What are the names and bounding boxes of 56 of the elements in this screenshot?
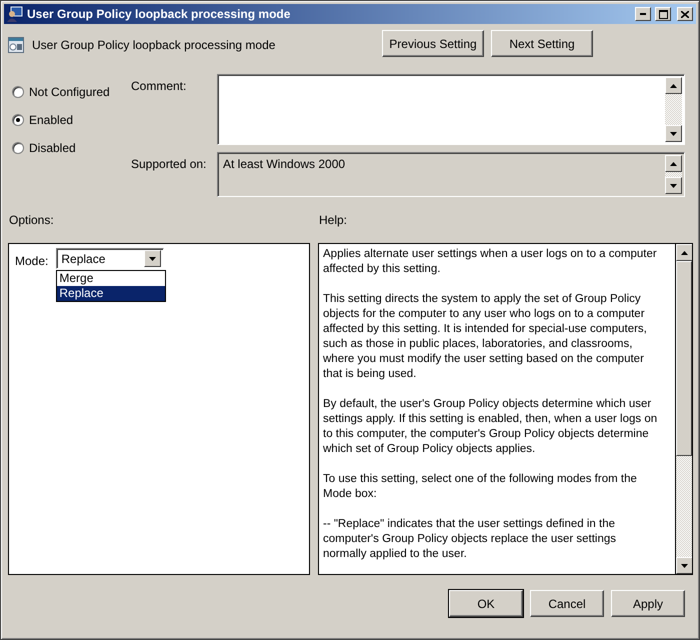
maximize-button[interactable] [655,7,671,21]
close-icon [681,10,689,18]
mode-dropdown[interactable]: Replace [56,248,164,269]
down-arrow-icon [681,564,688,568]
close-button[interactable] [677,7,693,21]
help-paragraph: This setting directs the system to apply the set of Group Policy objects for the computer to any user who logs on to a computer affected by this setting. It is intended for special-use computers, such as those in public places, laboratories, and classrooms, where you must modify the user setting based on the computer that is being used. [323,292,648,382]
up-arrow-icon [670,162,677,166]
help-paragraph: To use this setting, select one of the following modes from the Mode box: [323,472,638,502]
supported-on-value: At least Windows 2000 [222,156,346,173]
help-paragraph: -- "Replace" indicates that the user settings defined in the computer's Group Policy objects replace the user settings normally applied to the user. [323,517,618,562]
scrollbar[interactable] [665,77,682,142]
supported-on-label: Supported on: [131,156,208,171]
radio-option[interactable]: Disabled [12,140,131,156]
policy-title: User Group Policy loopback processing mode [32,38,276,52]
comment-label: Comment: [131,78,188,93]
previous-setting-button[interactable]: Previous Setting [382,30,484,57]
scroll-up-button[interactable] [676,244,692,261]
radio-button[interactable] [12,86,24,98]
radio-option[interactable]: Enabled [12,112,131,128]
minimize-icon [640,13,646,15]
ok-button[interactable]: OK [449,590,523,617]
maximize-icon [658,10,668,18]
mode-label: Mode: [15,253,48,268]
app-icon [7,6,23,22]
radio-option[interactable]: Not Configured [12,84,131,100]
scrollbar[interactable] [675,244,692,574]
scroll-up-button[interactable] [665,155,682,172]
radio-button[interactable] [12,142,24,154]
radio-label: Enabled [29,113,74,127]
down-arrow-icon [670,184,677,188]
next-setting-button[interactable]: Next Setting [491,30,593,57]
radio-label: Disabled [29,141,76,155]
scroll-down-button[interactable] [676,557,692,574]
cancel-button[interactable]: Cancel [530,590,604,617]
comment-field[interactable] [217,74,685,145]
scroll-down-button[interactable] [665,177,682,194]
minimize-button[interactable] [635,7,651,21]
window-title: User Group Policy loopback processing mode [27,7,292,21]
options-label: Options: [8,213,55,229]
scroll-thumb[interactable] [676,261,692,456]
help-paragraph: By default, the user's Group Policy objects determine which user settings apply. If this setting is enabled, then, when a user logs on to this computer, the computer's Group Policy objects determine which set of Group Policy objects applies. [323,397,658,457]
dropdown-button[interactable] [144,250,162,267]
scrollbar[interactable] [665,155,682,194]
help-paragraph: Applies alternate user settings when a user logs on to a computer affected by this setting. [323,247,658,277]
down-arrow-icon [149,256,156,260]
radio-button[interactable] [12,114,24,126]
dropdown-option[interactable]: Replace [57,286,166,301]
help-label: Help: [318,213,348,229]
up-arrow-icon [670,84,677,88]
policy-icon [8,37,24,53]
down-arrow-icon [670,132,677,136]
scroll-up-button[interactable] [665,77,682,94]
radio-label: Not Configured [29,85,110,99]
scroll-down-button[interactable] [665,125,682,142]
up-arrow-icon [681,250,688,254]
apply-button[interactable]: Apply [611,590,685,617]
